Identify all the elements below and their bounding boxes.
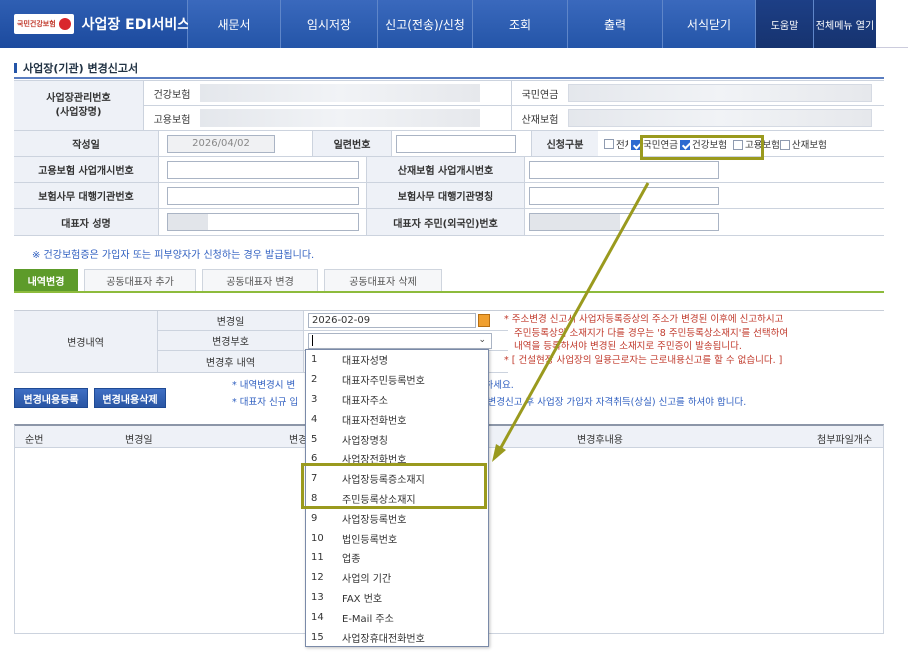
callout-arrow (492, 182, 650, 462)
